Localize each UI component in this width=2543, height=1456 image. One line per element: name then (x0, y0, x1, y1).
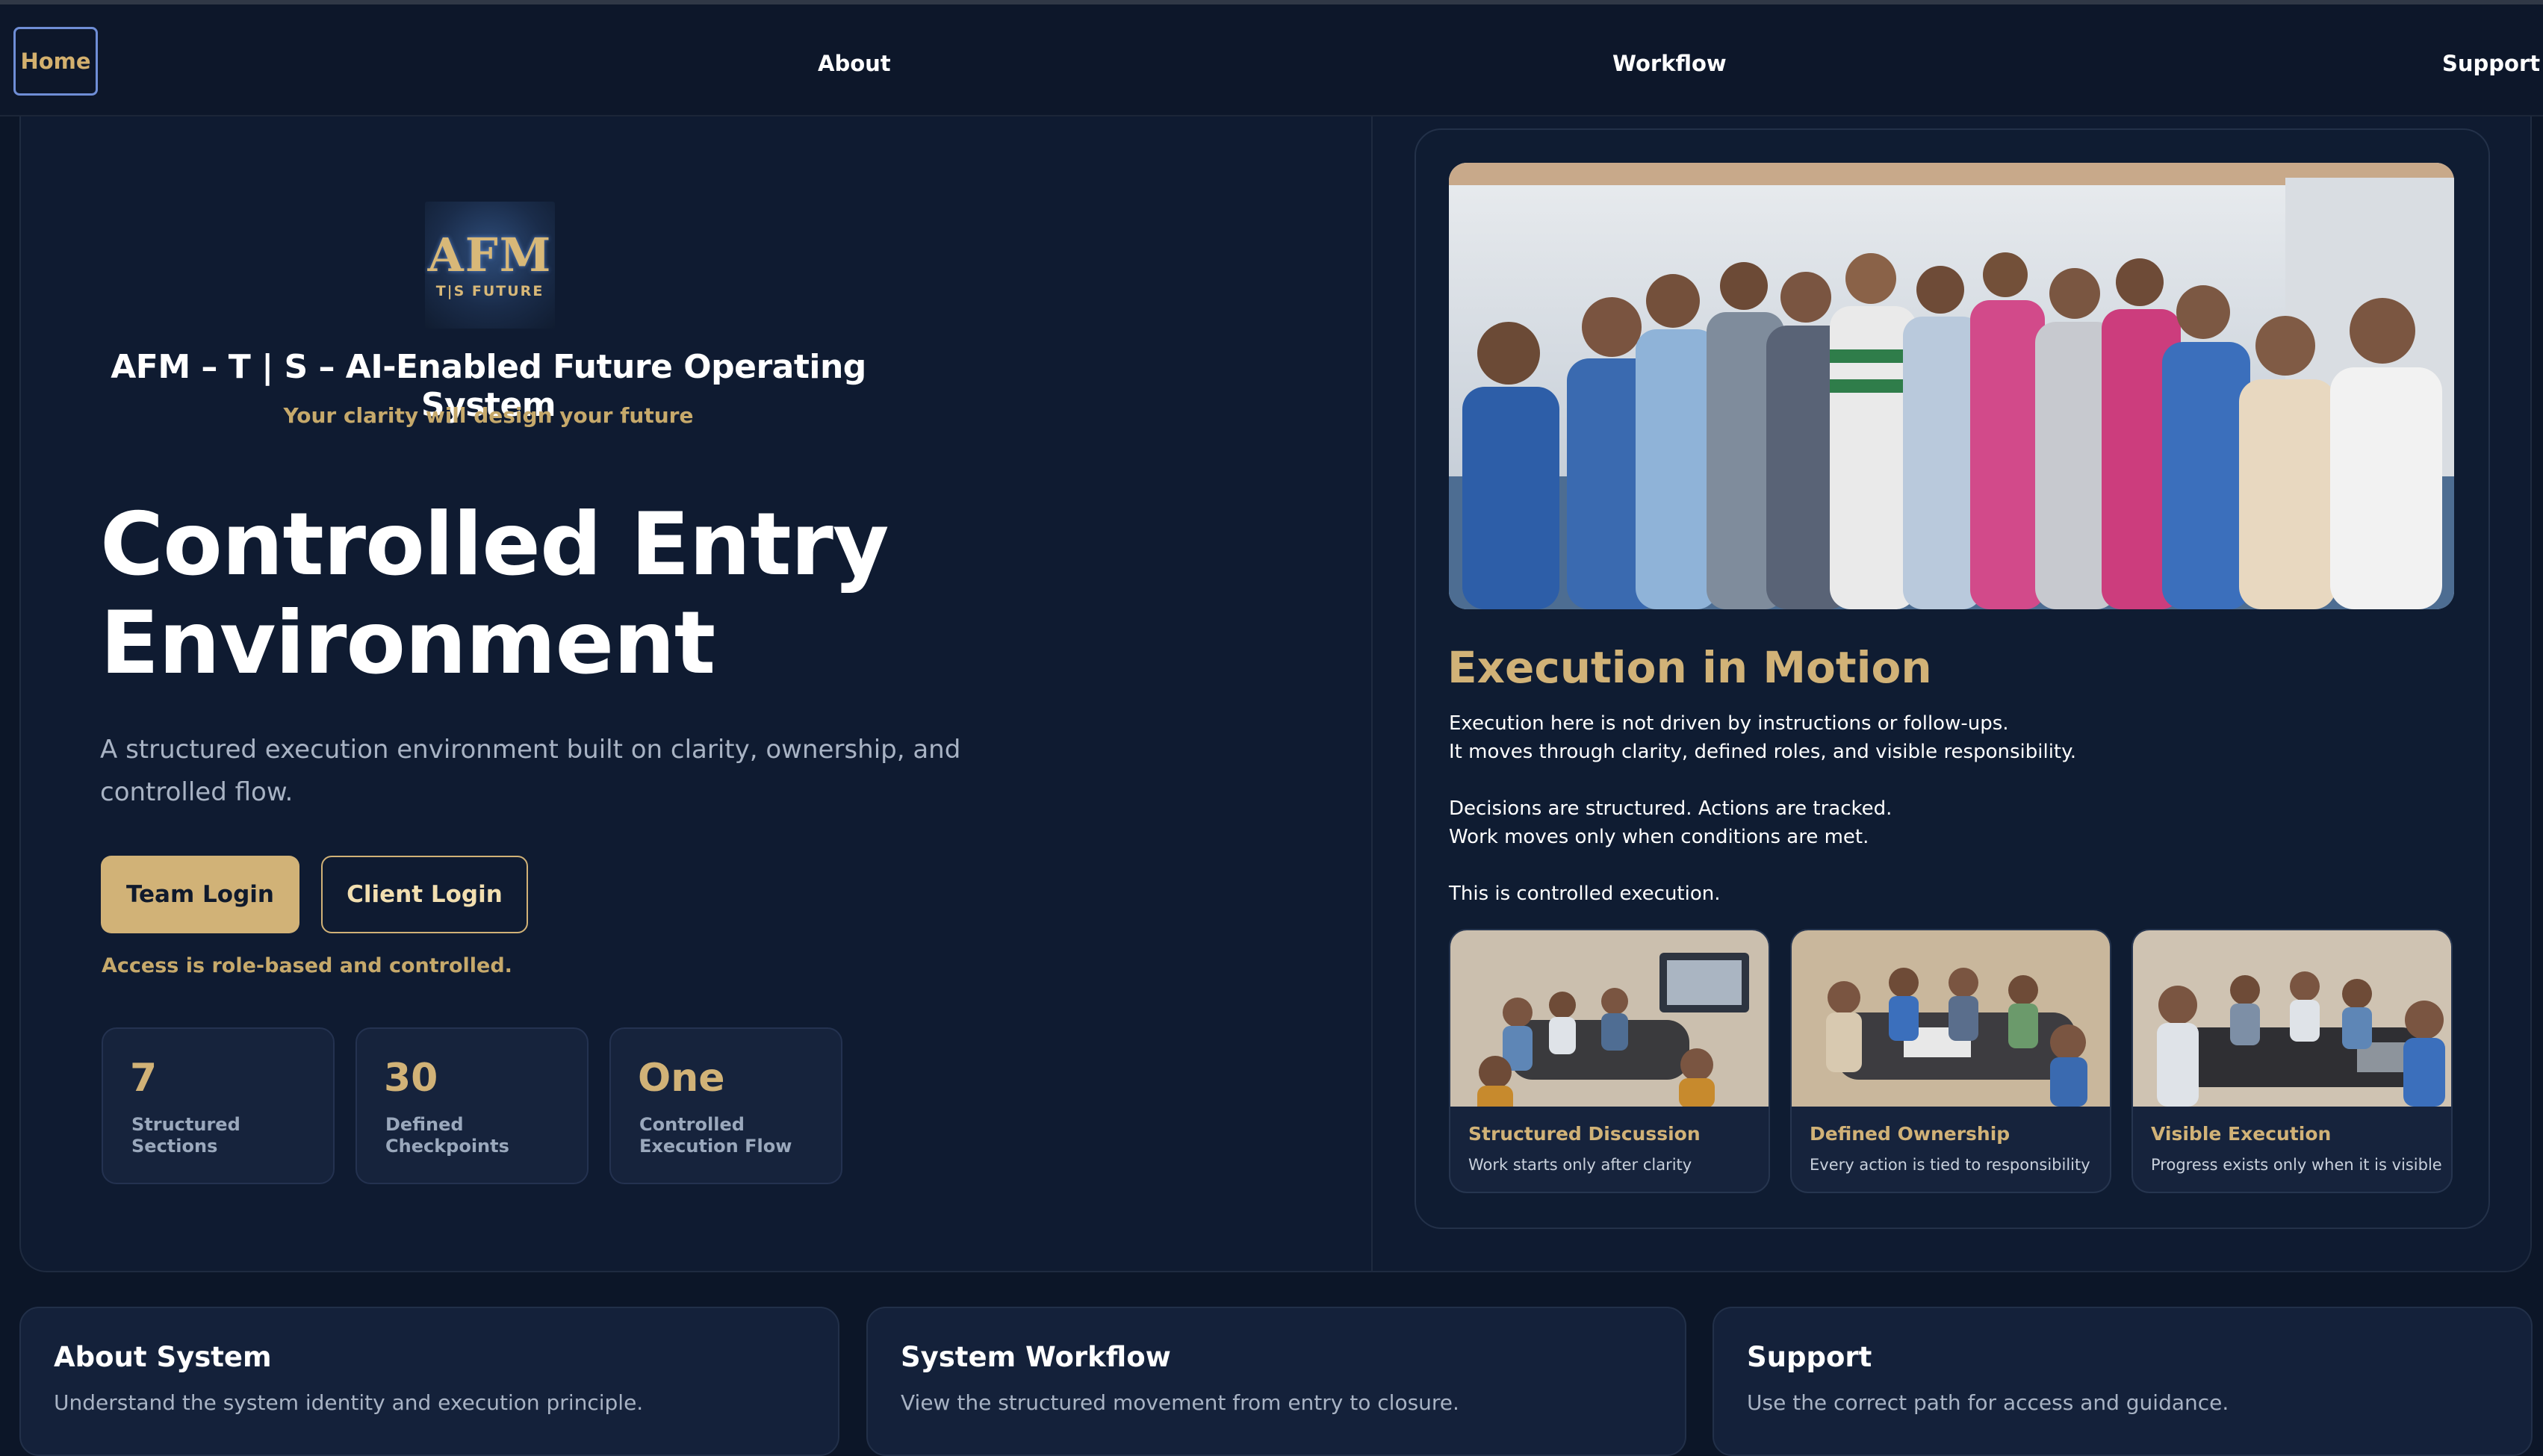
meeting-photo (1450, 930, 1769, 1107)
mini-card-defined-ownership: Defined Ownership Every action is tied t… (1790, 929, 2111, 1193)
mini-card-structured-discussion: Structured Discussion Work starts only a… (1449, 929, 1770, 1193)
logo-subtext: T|S FUTURE (435, 283, 544, 299)
mini-card-subtitle: Every action is tied to responsibility (1810, 1156, 2090, 1174)
brand-tagline: Your clarity will design your future (283, 403, 694, 428)
stat-label-line2: Execution Flow (639, 1136, 792, 1157)
nav-home-link[interactable]: Home (13, 27, 98, 96)
mini-card-subtitle: Work starts only after clarity (1468, 1156, 1692, 1174)
system-workflow-card[interactable]: System Workflow View the structured move… (866, 1307, 1686, 1456)
meeting-photo (1792, 930, 2110, 1107)
stat-label-line2: Sections (131, 1136, 218, 1157)
team-login-button[interactable]: Team Login (101, 856, 299, 933)
execution-text-line: Work moves only when conditions are met. (1449, 826, 1869, 848)
mini-card-visible-execution: Visible Execution Progress exists only w… (2131, 929, 2453, 1193)
mini-card-subtitle: Progress exists only when it is visible (2151, 1156, 2442, 1174)
hero-divider (1371, 116, 1373, 1272)
mini-card-title: Structured Discussion (1468, 1123, 1701, 1145)
logo-wordmark: AFM (427, 228, 553, 282)
meeting-photo (2133, 930, 2451, 1107)
client-login-button[interactable]: Client Login (321, 856, 528, 933)
team-photo (1449, 163, 2454, 609)
mini-card-title: Defined Ownership (1810, 1123, 2011, 1145)
nav-support-link[interactable]: Support (2442, 51, 2540, 76)
stat-label: Structured Sections (131, 1114, 326, 1157)
hero-heading: Controlled Entry Environment (100, 496, 996, 693)
stat-label-line1: Defined (385, 1114, 464, 1135)
top-navigation: Home About Workflow Support (0, 4, 2543, 116)
about-system-card[interactable]: About System Understand the system ident… (19, 1307, 839, 1456)
support-card[interactable]: Support Use the correct path for access … (1713, 1307, 2533, 1456)
nav-about-link[interactable]: About (818, 51, 891, 76)
card-title: About System (54, 1341, 272, 1373)
execution-title: Execution in Motion (1447, 642, 1932, 693)
card-description: View the structured movement from entry … (901, 1390, 1459, 1415)
mini-card-title: Visible Execution (2151, 1123, 2332, 1145)
stat-card-checkpoints: 30 Defined Checkpoints (355, 1027, 589, 1184)
execution-text-line: It moves through clarity, defined roles,… (1449, 741, 2077, 763)
stat-card-sections: 7 Structured Sections (102, 1027, 335, 1184)
hero-heading-line1: Controlled Entry (100, 494, 889, 595)
execution-text-line: Decisions are structured. Actions are tr… (1449, 797, 1892, 820)
hero-description: A structured execution environment built… (100, 735, 961, 807)
stat-label: Controlled Execution Flow (639, 1114, 833, 1157)
stat-label-line1: Structured (131, 1114, 240, 1135)
nav-workflow-link[interactable]: Workflow (1612, 51, 1727, 76)
card-title: System Workflow (901, 1341, 1171, 1373)
stat-value: 7 (130, 1056, 158, 1101)
card-title: Support (1747, 1341, 1872, 1373)
stat-value: 30 (384, 1056, 438, 1101)
stat-value: One (638, 1056, 725, 1101)
card-description: Use the correct path for access and guid… (1747, 1390, 2229, 1415)
stat-label: Defined Checkpoints (385, 1114, 580, 1157)
stat-label-line1: Controlled (639, 1114, 745, 1135)
stat-card-flow: One Controlled Execution Flow (609, 1027, 842, 1184)
stat-label-line2: Checkpoints (385, 1136, 509, 1157)
hero-heading-line2: Environment (100, 593, 715, 694)
execution-text-line: This is controlled execution. (1449, 883, 1721, 905)
card-description: Understand the system identity and execu… (54, 1390, 644, 1415)
execution-text-line: Execution here is not driven by instruct… (1449, 712, 2009, 735)
access-note: Access is role-based and controlled. (102, 954, 512, 977)
afm-logo: AFM T|S FUTURE (425, 202, 555, 329)
